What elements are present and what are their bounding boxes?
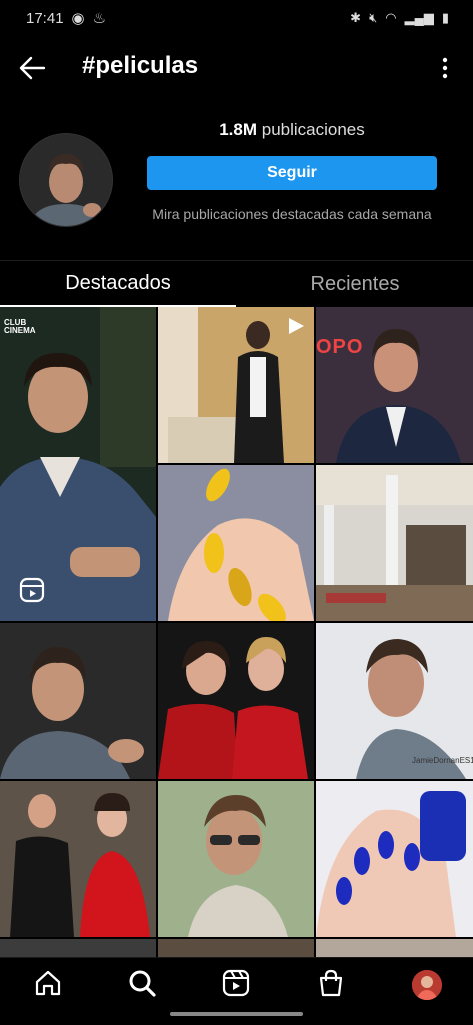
- home-indicator: [170, 1012, 303, 1016]
- grid-post[interactable]: [158, 939, 314, 957]
- grid-post[interactable]: [0, 939, 156, 957]
- overlay-text: JamieDornanES1: [412, 756, 473, 765]
- post-count-value: 1.8M: [219, 120, 258, 139]
- profile-avatar[interactable]: [410, 968, 444, 1002]
- grid-post[interactable]: [316, 939, 473, 957]
- tab-recientes[interactable]: Recientes: [237, 261, 473, 307]
- grid-post[interactable]: CLUB CINEMA: [0, 307, 156, 621]
- reels-icon: [19, 577, 45, 603]
- grid-post[interactable]: [158, 307, 314, 463]
- notification-icon: ♨: [92, 10, 107, 27]
- follow-button[interactable]: Seguir: [147, 156, 437, 190]
- signal-icon: ▂▄▆: [404, 10, 434, 25]
- grid-post[interactable]: OPO: [316, 307, 473, 463]
- mute-icon: 🔇︎: [369, 10, 378, 25]
- status-bar: 17:41 ◉ ♨ ✱ 🔇︎ ◠ ▂▄▆ ▮: [0, 0, 473, 36]
- post-count-label: publicaciones: [261, 120, 365, 139]
- bluetooth-icon: ✱: [350, 10, 362, 25]
- wifi-icon: ◠: [385, 10, 397, 25]
- post-count: 1.8M publicaciones: [147, 120, 437, 140]
- more-vertical-icon[interactable]: [441, 56, 449, 80]
- reels-icon[interactable]: [221, 968, 251, 998]
- grid-post[interactable]: JamieDornanES1: [316, 623, 473, 779]
- tab-destacados[interactable]: Destacados: [0, 261, 236, 307]
- search-icon[interactable]: [127, 968, 157, 998]
- play-icon: [289, 318, 304, 334]
- featured-note: Mira publicaciones destacadas cada seman…: [152, 206, 432, 222]
- grid-post[interactable]: [316, 781, 473, 937]
- header: #peliculas: [0, 40, 473, 96]
- hashtag-avatar: [19, 133, 113, 227]
- shop-icon[interactable]: [316, 968, 346, 998]
- grid-post[interactable]: [0, 623, 156, 779]
- grid-post[interactable]: [316, 465, 473, 621]
- post-grid: CLUB CINEMA OPO JamieDornanES1: [0, 307, 473, 957]
- media-icon: ◉: [71, 10, 85, 27]
- overlay-text: CLUB CINEMA: [4, 318, 36, 335]
- overlay-text: OPO: [316, 336, 364, 358]
- status-time: 17:41: [26, 9, 64, 27]
- grid-post[interactable]: [0, 781, 156, 937]
- page-title: #peliculas: [82, 52, 199, 79]
- grid-post[interactable]: [158, 781, 314, 937]
- tab-bar: Destacados Recientes: [0, 260, 473, 307]
- battery-icon: ▮: [441, 10, 449, 25]
- arrow-left-icon[interactable]: [18, 54, 46, 82]
- home-icon[interactable]: [33, 968, 63, 998]
- grid-post[interactable]: [158, 465, 314, 621]
- grid-post[interactable]: [158, 623, 314, 779]
